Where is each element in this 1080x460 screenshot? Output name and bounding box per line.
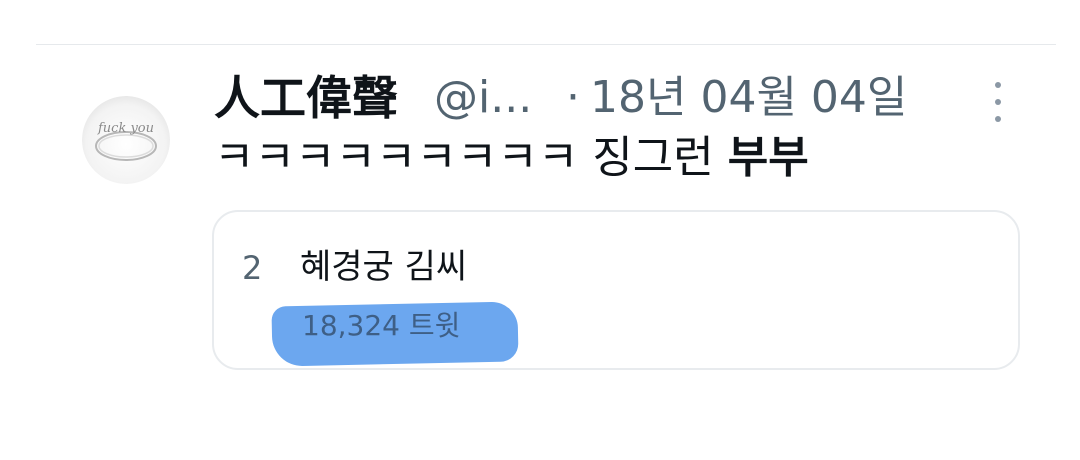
- svg-text:fuck you: fuck you: [97, 121, 154, 136]
- trend-name[interactable]: 혜경궁 김씨: [300, 246, 467, 288]
- tweet-text-plain: ㅋㅋㅋㅋㅋㅋㅋㅋㅋ 징그런: [214, 132, 728, 183]
- top-divider: [36, 44, 1056, 45]
- user-handle[interactable]: @i...: [434, 68, 532, 128]
- tweet-date[interactable]: 18년 04월 04일: [590, 68, 907, 128]
- ring-photo-avatar-icon: fuck you: [82, 96, 170, 184]
- trend-rank: 2: [242, 249, 263, 287]
- display-name[interactable]: 人工偉聲: [214, 68, 398, 128]
- more-vertical-icon[interactable]: [986, 80, 1010, 124]
- tweet-text-bold: 부부: [727, 132, 809, 183]
- tweet-text: ㅋㅋㅋㅋㅋㅋㅋㅋㅋ 징그런 부부: [214, 128, 809, 188]
- avatar[interactable]: fuck you: [82, 96, 170, 184]
- separator-dot: ·: [566, 72, 580, 123]
- quoted-trend-card[interactable]: 2 혜경궁 김씨 18,324 트윗: [212, 210, 1020, 370]
- tweet-header: 人工偉聲 @i... · 18년 04월 04일: [214, 60, 1014, 130]
- trend-tweet-count: 18,324 트윗: [302, 309, 461, 342]
